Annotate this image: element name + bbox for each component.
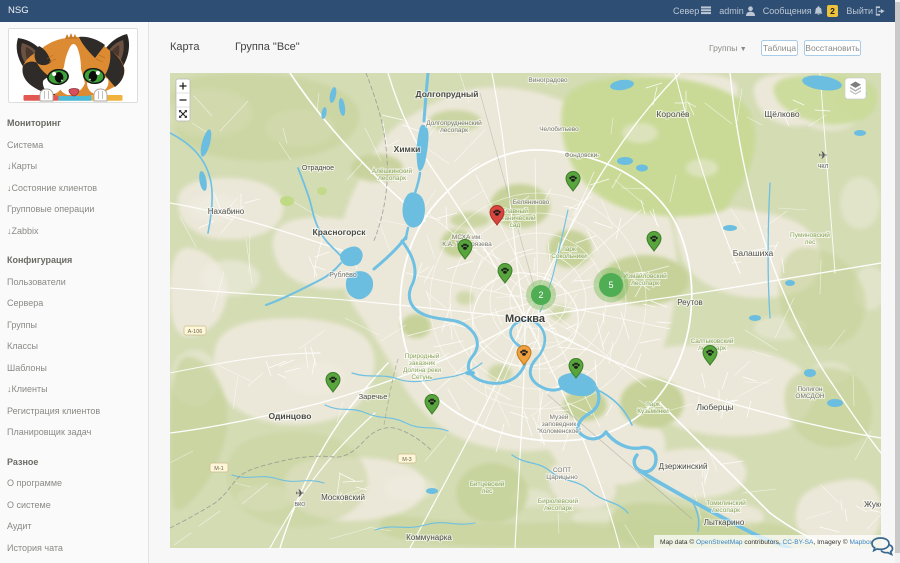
- svg-text:Царицыно: Царицыно: [546, 474, 578, 481]
- svg-text:лес: лес: [482, 488, 493, 495]
- svg-text:ВКО: ВКО: [294, 502, 306, 508]
- svg-text:лесопарк: лесопарк: [631, 280, 659, 287]
- svg-text:2: 2: [538, 290, 543, 300]
- svg-text:заповедник: заповедник: [542, 421, 577, 428]
- svg-text:Измайловский: Измайловский: [623, 272, 667, 280]
- svg-text:ЧКЛ: ЧКЛ: [818, 164, 829, 170]
- svg-text:Королёв: Королёв: [656, 109, 690, 119]
- svg-text:Салтыковский: Салтыковский: [690, 337, 733, 345]
- svg-text:Люберцы: Люберцы: [696, 402, 733, 412]
- svg-text:Долгопрудный: Долгопрудный: [416, 89, 479, 99]
- svg-text:Фондовски-: Фондовски-: [565, 152, 600, 159]
- svg-text:Map data © OpenStreetMap contr: Map data © OpenStreetMap contributors, C…: [660, 538, 874, 546]
- svg-text:лесопарк: лесопарк: [440, 127, 468, 134]
- svg-text:Долина реки: Долина реки: [403, 367, 441, 374]
- svg-text:Лыткарино: Лыткарино: [704, 518, 745, 527]
- svg-text:М-3: М-3: [402, 457, 411, 463]
- svg-text:ОМСДОН: ОМСДОН: [795, 393, 824, 400]
- svg-text:Химки: Химки: [394, 144, 421, 154]
- svg-text:Беляниново: Беляниново: [513, 199, 550, 206]
- svg-text:Томилинский: Томилинский: [706, 499, 746, 507]
- svg-text:Москва: Москва: [505, 313, 546, 325]
- svg-text:Сокольники: Сокольники: [551, 253, 587, 260]
- svg-text:СОПТ: СОПТ: [553, 467, 571, 474]
- svg-text:Пуминовский: Пуминовский: [790, 231, 830, 239]
- svg-text:Бирюлёвский: Бирюлёвский: [538, 497, 579, 505]
- svg-text:Балашиха: Балашиха: [733, 248, 774, 258]
- svg-text:Челобитьево: Челобитьево: [539, 125, 579, 133]
- svg-text:Кузьминки: Кузьминки: [637, 408, 669, 415]
- svg-text:5: 5: [608, 280, 613, 290]
- svg-text:Музей: Музей: [550, 413, 569, 421]
- svg-text:Заречье: Заречье: [359, 392, 388, 401]
- svg-text:"Коломенское": "Коломенское": [537, 428, 582, 435]
- svg-text:Битцевский: Битцевский: [470, 480, 505, 488]
- svg-text:Московский: Московский: [321, 493, 365, 502]
- svg-text:лесопарк: лесопарк: [544, 505, 572, 512]
- svg-text:лесопарк: лесопарк: [378, 175, 406, 182]
- svg-text:Главный: Главный: [502, 207, 528, 215]
- svg-text:Реутов: Реутов: [677, 298, 703, 307]
- svg-text:Одинцово: Одинцово: [269, 411, 312, 421]
- svg-text:Нахабино: Нахабино: [208, 207, 245, 216]
- svg-text:лесопарк: лесопарк: [712, 507, 740, 514]
- svg-text:парк: парк: [562, 246, 576, 253]
- svg-text:Природный: Природный: [405, 352, 440, 360]
- svg-text:заказник: заказник: [409, 360, 435, 367]
- svg-text:✈: ✈: [295, 488, 304, 500]
- svg-text:парк: парк: [646, 401, 660, 408]
- svg-text:Красногорск: Красногорск: [313, 227, 367, 237]
- svg-text:Алёшкинский: Алёшкинский: [372, 167, 413, 175]
- svg-text:лес: лес: [805, 239, 816, 246]
- svg-text:Рублёво: Рублёво: [329, 271, 357, 279]
- svg-text:✈: ✈: [818, 150, 827, 162]
- svg-text:М-1: М-1: [214, 466, 223, 472]
- svg-text:Сетунь: Сетунь: [411, 374, 433, 381]
- svg-text:Виноградово: Виноградово: [528, 77, 568, 84]
- svg-text:сад: сад: [510, 222, 521, 229]
- svg-text:Полигон: Полигон: [797, 386, 822, 393]
- svg-text:Отрадное: Отрадное: [302, 165, 334, 172]
- svg-text:Дзержинский: Дзержинский: [659, 462, 708, 471]
- svg-text:Долгопрудненский: Долгопрудненский: [426, 119, 482, 127]
- svg-text:Жуков: Жуков: [864, 499, 881, 509]
- svg-text:Щёлково: Щёлково: [764, 109, 800, 119]
- svg-text:А-106: А-106: [188, 329, 203, 335]
- svg-text:Коммунарка: Коммунарка: [406, 533, 452, 542]
